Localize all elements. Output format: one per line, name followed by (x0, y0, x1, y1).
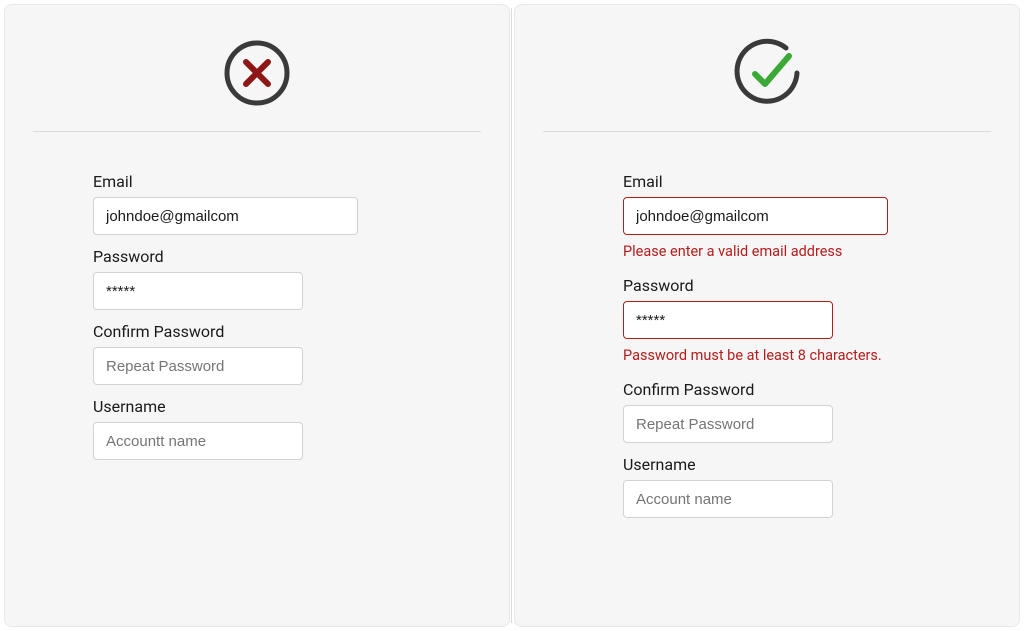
divider (33, 131, 481, 132)
password-field[interactable] (623, 301, 833, 339)
email-field[interactable] (93, 197, 358, 235)
email-field[interactable] (623, 197, 888, 235)
password-field[interactable] (93, 272, 303, 310)
email-label: Email (623, 172, 925, 191)
good-example-panel: Email Please enter a valid email address… (514, 4, 1020, 627)
center-divider (511, 8, 512, 623)
confirm-password-field[interactable] (623, 405, 833, 443)
bad-example-panel: Email Password Confirm Password Username (4, 4, 510, 627)
status-icon-row (33, 29, 481, 131)
confirm-password-label: Confirm Password (93, 322, 421, 341)
email-label: Email (93, 172, 421, 191)
status-icon-row (543, 29, 991, 131)
bad-form: Email Password Confirm Password Username (33, 172, 481, 470)
email-error-message: Please enter a valid email address (623, 243, 925, 260)
comparison-page: Email Password Confirm Password Username… (0, 0, 1024, 631)
confirm-password-field[interactable] (93, 347, 303, 385)
good-form: Email Please enter a valid email address… (543, 172, 991, 528)
divider (543, 131, 991, 132)
username-field[interactable] (623, 480, 833, 518)
check-circle-icon (731, 37, 803, 109)
password-label: Password (623, 276, 925, 295)
username-field[interactable] (93, 422, 303, 460)
username-label: Username (93, 397, 421, 416)
password-error-message: Password must be at least 8 characters. (623, 347, 925, 364)
username-label: Username (623, 455, 925, 474)
confirm-password-label: Confirm Password (623, 380, 925, 399)
password-label: Password (93, 247, 421, 266)
x-circle-icon (221, 37, 293, 109)
